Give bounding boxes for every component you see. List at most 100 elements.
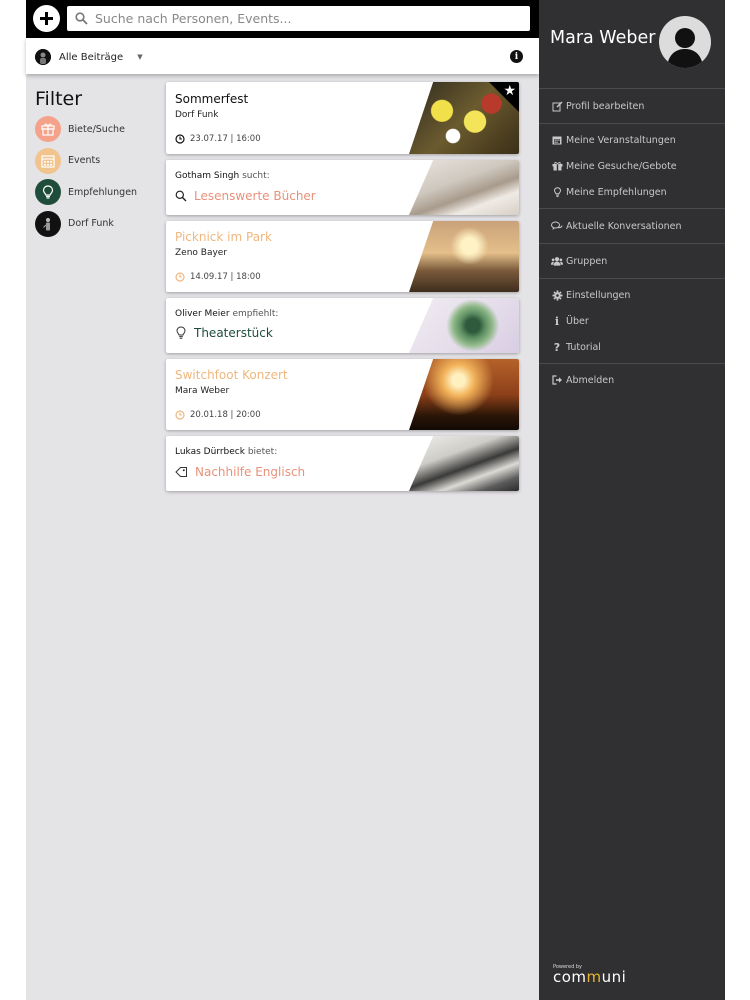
sidebar-item-label: Meine Empfehlungen xyxy=(566,186,667,198)
menu-group-settings: Einstellungen i Über ? Tutorial xyxy=(539,278,725,363)
tag-icon xyxy=(175,467,187,477)
event-date-text: 23.07.17 | 16:00 xyxy=(190,134,261,144)
gift-icon xyxy=(35,116,61,142)
brand-name: communi xyxy=(553,968,626,986)
feed-card-event[interactable]: Switchfoot Konzert Mara Weber 20.01.18 |… xyxy=(166,359,519,430)
filter-title: Filter xyxy=(35,88,83,110)
event-date: 14.09.17 | 18:00 xyxy=(175,272,261,282)
feed-card-event[interactable]: ★ Sommerfest Dorf Funk 23.07.17 | 16:00 xyxy=(166,82,519,154)
feed-card-event[interactable]: Picknick im Park Zeno Bayer 14.09.17 | 1… xyxy=(166,221,519,292)
menu-group-profile: Profil bearbeiten xyxy=(539,88,725,123)
feed-card-offer[interactable]: Lukas Dürrbeck bietet: Nachhilfe Englisc… xyxy=(166,436,519,491)
sidebar-item-my-offers[interactable]: Meine Gesuche/Gebote xyxy=(539,153,725,179)
event-title: Switchfoot Konzert xyxy=(175,368,288,382)
post-filter-dropdown[interactable]: Alle Beiträge ▼ xyxy=(35,48,143,66)
user-avatar[interactable] xyxy=(659,16,711,68)
brand-name-part: uni xyxy=(601,968,627,986)
filter-item-biete-suche[interactable]: Biete/Suche xyxy=(35,116,155,142)
filter-item-label: Biete/Suche xyxy=(68,123,125,135)
filter-item-empfehlungen[interactable]: Empfehlungen xyxy=(35,179,155,205)
clock-icon xyxy=(175,410,185,420)
event-organizer: Dorf Funk xyxy=(175,110,219,120)
sidebar-item-label: Gruppen xyxy=(566,255,608,267)
post-author: Lukas Dürrbeck xyxy=(175,447,245,457)
notebook-image xyxy=(409,436,519,491)
plus-icon xyxy=(40,12,53,25)
edit-icon xyxy=(551,101,563,112)
radio-icon xyxy=(35,210,61,237)
sidebar-item-conversations[interactable]: Aktuelle Konversationen xyxy=(539,213,725,239)
books-image xyxy=(409,160,519,215)
feed-card-recommendation[interactable]: Oliver Meier empfiehlt: Theaterstück xyxy=(166,298,519,353)
sidebar-item-my-events[interactable]: Meine Veranstaltungen xyxy=(539,127,725,153)
post-author-line: Gotham Singh sucht: xyxy=(175,171,270,181)
sidebar-item-label: Profil bearbeiten xyxy=(566,100,645,112)
user-name: Mara Weber xyxy=(550,28,656,48)
post-subject: Theaterstück xyxy=(175,326,273,340)
sidebar-item-about[interactable]: i Über xyxy=(539,308,725,334)
succulent-image xyxy=(409,298,519,353)
sidebar-menu: Profil bearbeiten Meine Veranstaltungen … xyxy=(539,88,725,396)
brand-logo: Powered by communi xyxy=(553,964,626,986)
post-author: Oliver Meier xyxy=(175,309,230,319)
filter-panel: Filter Biete/Suche Events Empfehlungen D… xyxy=(35,88,155,242)
feed-card-search[interactable]: Gotham Singh sucht: Lesenswerte Bücher xyxy=(166,160,519,215)
menu-group-groups: Gruppen xyxy=(539,243,725,278)
add-post-button[interactable] xyxy=(33,5,60,32)
search-icon xyxy=(75,12,88,25)
filter-item-label: Events xyxy=(68,155,101,166)
users-icon xyxy=(551,256,563,266)
sidebar-item-my-recommendations[interactable]: Meine Empfehlungen xyxy=(539,179,725,205)
calendar-icon xyxy=(35,147,61,174)
sidebar-item-label: Meine Gesuche/Gebote xyxy=(566,160,677,172)
post-subject-text: Lesenswerte Bücher xyxy=(194,189,316,203)
info-icon: i xyxy=(554,314,560,328)
post-subject-text: Nachhilfe Englisch xyxy=(195,465,306,479)
filter-item-dorf-funk[interactable]: Dorf Funk xyxy=(35,210,155,237)
sidebar-item-tutorial[interactable]: ? Tutorial xyxy=(539,334,725,360)
info-icon[interactable]: i xyxy=(510,50,523,63)
user-silhouette-icon xyxy=(667,28,703,68)
event-date: 23.07.17 | 16:00 xyxy=(175,134,261,144)
sidebar-item-edit-profile[interactable]: Profil bearbeiten xyxy=(539,93,725,119)
post-verb: sucht: xyxy=(242,171,270,181)
lightbulb-icon xyxy=(551,186,563,198)
calendar-icon xyxy=(551,135,563,145)
event-organizer: Zeno Bayer xyxy=(175,248,228,258)
post-subject: Lesenswerte Bücher xyxy=(175,189,316,203)
gift-icon xyxy=(551,161,563,171)
search-box[interactable] xyxy=(67,6,530,31)
main-app: Alle Beiträge ▼ i Filter Biete/Suche Eve… xyxy=(26,0,539,1000)
question-icon: ? xyxy=(553,340,561,354)
sidebar: Mara Weber Profil bearbeiten Meine Veran… xyxy=(539,0,725,1000)
clock-icon xyxy=(175,134,185,144)
post-feed: ★ Sommerfest Dorf Funk 23.07.17 | 16:00 … xyxy=(166,82,519,497)
post-verb: bietet: xyxy=(247,447,278,457)
sidebar-item-label: Aktuelle Konversationen xyxy=(566,220,682,232)
post-author: Gotham Singh xyxy=(175,171,240,181)
event-title: Sommerfest xyxy=(175,92,249,106)
event-image xyxy=(409,221,519,292)
filter-bar: Alle Beiträge ▼ i xyxy=(26,38,539,74)
sidebar-item-groups[interactable]: Gruppen xyxy=(539,248,725,274)
brand-name-accent: m xyxy=(586,968,602,986)
search-input[interactable] xyxy=(95,6,515,31)
filter-item-label: Empfehlungen xyxy=(68,186,138,198)
event-organizer: Mara Weber xyxy=(175,386,230,396)
lightbulb-icon xyxy=(35,179,61,205)
search-icon xyxy=(175,190,187,202)
sidebar-item-label: Tutorial xyxy=(566,341,601,353)
menu-group-conversations: Aktuelle Konversationen xyxy=(539,208,725,243)
post-verb: empfiehlt: xyxy=(232,309,279,319)
sidebar-item-label: Abmelden xyxy=(566,374,615,386)
post-subject-text: Theaterstück xyxy=(194,326,273,340)
sidebar-item-settings[interactable]: Einstellungen xyxy=(539,282,725,308)
sidebar-item-logout[interactable]: Abmelden xyxy=(539,367,725,393)
sidebar-item-label: Meine Veranstaltungen xyxy=(566,134,676,146)
avatar xyxy=(35,49,51,65)
filter-item-events[interactable]: Events xyxy=(35,147,155,174)
sidebar-item-label: Einstellungen xyxy=(566,289,631,301)
sidebar-item-label: Über xyxy=(566,315,589,327)
clock-icon xyxy=(175,272,185,282)
brand-name-part: com xyxy=(553,968,587,986)
